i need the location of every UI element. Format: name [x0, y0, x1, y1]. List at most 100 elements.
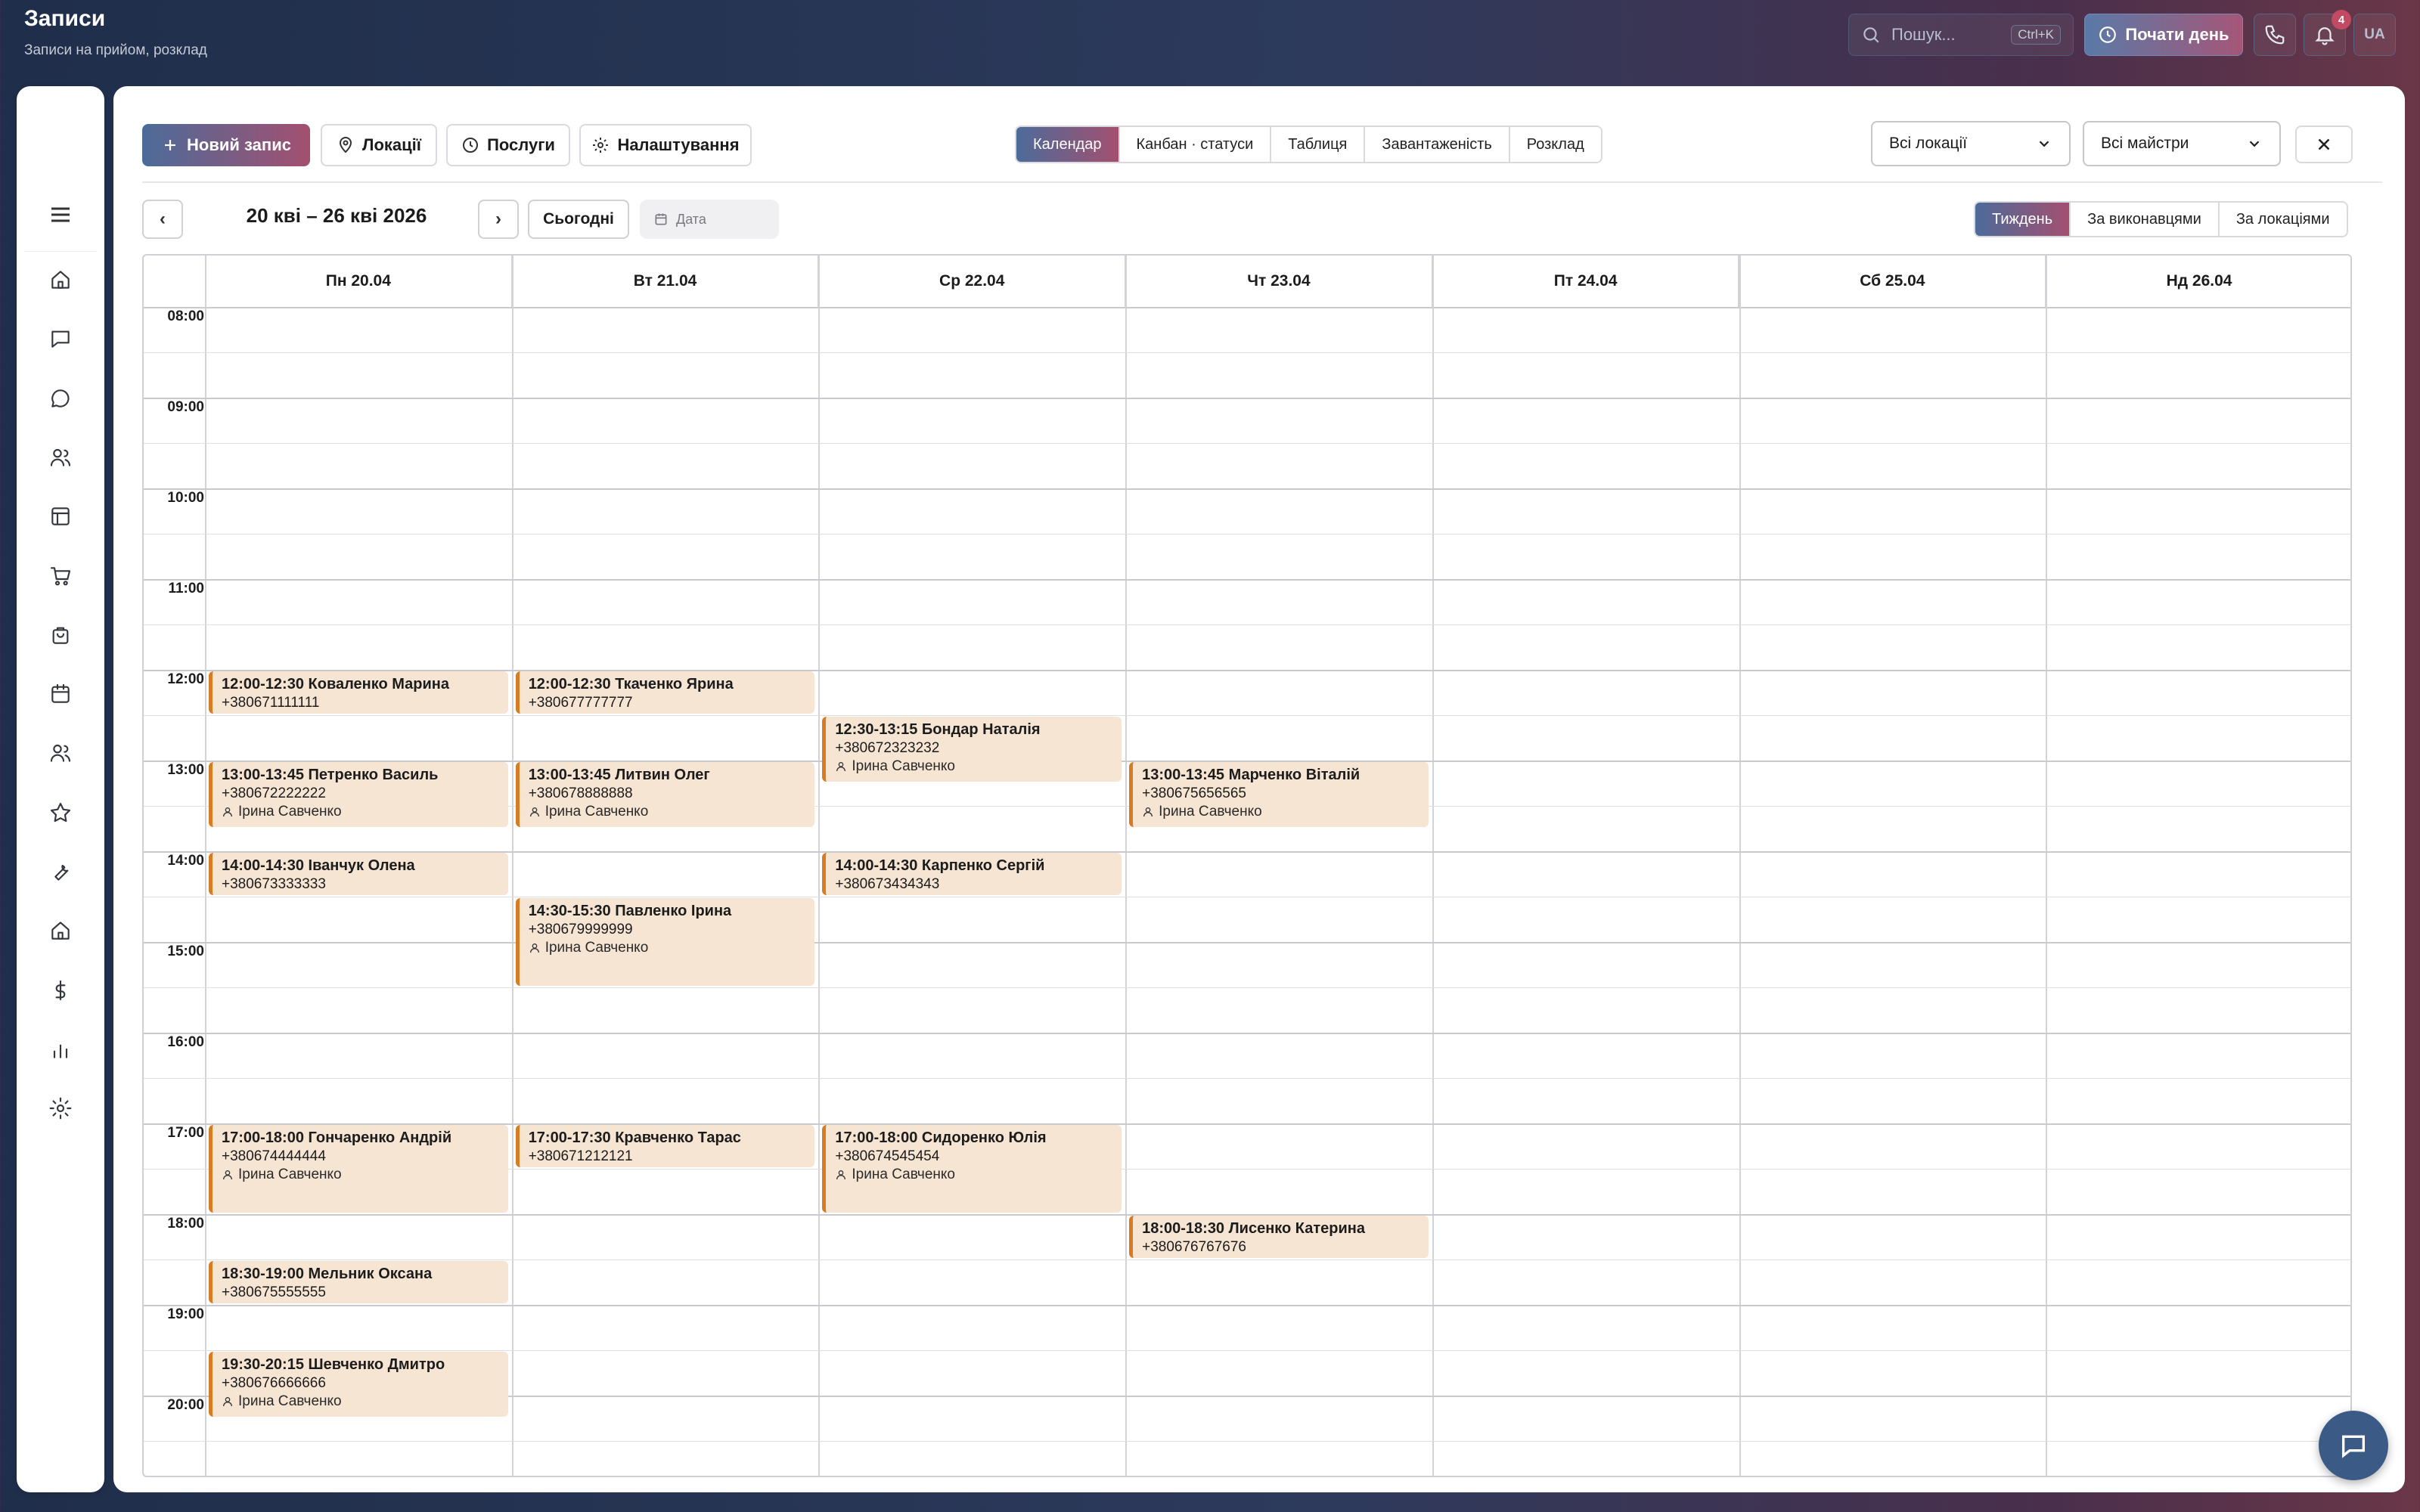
sidebar-item-home[interactable] — [44, 263, 77, 296]
worker-name: Ірина Савченко — [544, 804, 649, 820]
appointment-phone: +380678888888 — [528, 785, 633, 801]
search-input[interactable]: Пошук... Ctrl+K — [1848, 14, 2074, 56]
phone-button[interactable] — [2254, 14, 2296, 56]
appointment-title: 12:00-12:30 Ткаченко Ярина — [528, 676, 734, 692]
appointment-card[interactable]: 12:00-12:30 Коваленко Марина +38067111111… — [209, 671, 508, 714]
appointment-card[interactable]: 14:00-14:30 Карпенко Сергій +380673434343 — [822, 853, 1122, 895]
clock-icon — [463, 138, 479, 153]
start-day-button[interactable]: Почати день — [2084, 14, 2243, 56]
appointment-worker: Ірина Савченко — [1142, 803, 1419, 821]
location-filter-select[interactable]: Всі локації — [1871, 121, 2071, 166]
appointment-phone: +380679999999 — [528, 922, 633, 937]
locations-button[interactable]: Локації — [321, 124, 437, 166]
appointment-worker: Ірина Савченко — [835, 1166, 1112, 1184]
notifications-button[interactable]: 4 — [2304, 10, 2351, 56]
sidebar-item-message-square[interactable] — [44, 322, 77, 355]
appointment-title: 17:00-18:00 Гончаренко Андрій — [222, 1129, 452, 1146]
person-icon — [1143, 807, 1153, 817]
view-tab[interactable]: Канбан · статуси — [1119, 127, 1272, 162]
worker-name: Ірина Савченко — [852, 758, 955, 774]
sidebar-item-star[interactable] — [44, 796, 77, 829]
half-hour-line — [144, 1350, 2350, 1351]
master-filter-select[interactable]: Всі майстри — [2083, 121, 2281, 166]
mode-tab[interactable]: Тиждень — [1975, 203, 2071, 236]
sidebar-item-settings[interactable] — [44, 1092, 77, 1125]
notification-badge: 4 — [2332, 10, 2351, 29]
appointment-card[interactable]: 14:00-14:30 Іванчук Олена +380673333333 — [209, 853, 508, 895]
view-tab[interactable]: Розклад — [1509, 127, 1601, 162]
hour-line — [144, 942, 2350, 943]
next-week-button[interactable]: › — [478, 200, 519, 239]
appointment-card[interactable]: 17:00-17:30 Кравченко Тарас +380671212121 — [515, 1125, 815, 1167]
services-button[interactable]: Послуги — [446, 124, 570, 166]
sidebar-item-building[interactable] — [44, 914, 77, 947]
worker-name: Ірина Савченко — [1159, 804, 1262, 820]
hamburger-icon — [51, 207, 70, 222]
today-button[interactable]: Сьогодні — [528, 200, 629, 239]
appointment-card[interactable]: 14:30-15:30 Павленко Ірина +380679999999 І… — [515, 898, 815, 986]
sidebar-item-team[interactable] — [44, 736, 77, 770]
appointment-card[interactable]: 17:00-18:00 Гончаренко Андрій +3806744444… — [209, 1125, 508, 1213]
language-button[interactable]: UA — [2353, 14, 2396, 56]
half-hour-line — [144, 624, 2350, 625]
appointment-title: 18:30-19:00 Мельник Оксана — [222, 1266, 433, 1282]
page-subtitle: Записи на прийом, розклад — [24, 42, 207, 58]
sidebar-item-calendar[interactable] — [44, 677, 77, 711]
sidebar-item-wrench[interactable] — [44, 855, 77, 888]
worker-name: Ірина Савченко — [238, 1393, 342, 1409]
settings-button[interactable]: Налаштування — [579, 124, 752, 166]
appointment-card[interactable]: 17:00-18:00 Сидоренко Юлія +380674545454 І… — [822, 1125, 1122, 1213]
appointment-card[interactable]: 12:30-13:15 Бондар Наталія +380672323232 І… — [822, 717, 1122, 782]
week-calendar: Пн 20.04 Вт 21.04 Ср 22.04 Чт 23.04 Пт 24.04… — [142, 254, 2352, 1477]
sidebar-item-cart[interactable] — [44, 559, 77, 593]
appointment-phone: +380671111111 — [222, 695, 320, 711]
mode-tab[interactable]: За виконавцями — [2071, 203, 2220, 236]
appointment-title: 13:00-13:45 Литвин Олег — [528, 767, 710, 783]
view-tab[interactable]: Завантаженість — [1365, 127, 1510, 162]
mode-tab[interactable]: За локаціями — [2219, 203, 2347, 236]
half-hour-line — [144, 987, 2350, 988]
clock-icon — [2099, 26, 2117, 43]
chat-support-button[interactable] — [2319, 1411, 2388, 1480]
view-tab[interactable]: Календар — [1016, 127, 1120, 162]
date-picker-input[interactable]: Дата — [640, 200, 779, 239]
prev-week-button[interactable]: ‹ — [142, 200, 183, 239]
sidebar-item-users[interactable] — [44, 441, 77, 474]
cart-icon — [50, 566, 71, 585]
half-hour-line — [144, 715, 2350, 716]
menu-toggle-button[interactable] — [42, 200, 79, 230]
day-column-divider — [1432, 256, 1434, 1476]
day-header: Нд 26.04 — [2046, 256, 2350, 307]
sidebar-item-bag[interactable] — [44, 618, 77, 652]
sidebar-item-bar-chart[interactable] — [44, 1033, 77, 1066]
appointment-card[interactable]: 13:00-13:45 Марченко Віталій +38067565656… — [1129, 762, 1429, 827]
person-icon — [223, 1170, 232, 1180]
appointment-card[interactable]: 12:00-12:30 Ткаченко Ярина +380677777777 — [515, 671, 815, 714]
view-tab[interactable]: Таблиця — [1271, 127, 1366, 162]
phone-icon — [2265, 25, 2285, 45]
appointment-card[interactable]: 18:00-18:30 Лисенко Катерина +38067676767… — [1129, 1216, 1429, 1258]
day-header: Вт 21.04 — [513, 256, 820, 307]
sidebar-item-dollar[interactable] — [44, 974, 77, 1007]
appointment-worker: Ірина Савченко — [222, 1166, 499, 1184]
appointment-card[interactable]: 18:30-19:00 Мельник Оксана +380675555555 — [209, 1261, 508, 1303]
search-shortcut: Ctrl+K — [2011, 25, 2061, 45]
chevron-down-icon — [2249, 141, 2260, 147]
new-record-button[interactable]: Новий запис — [142, 124, 310, 166]
sidebar-item-layout[interactable] — [44, 500, 77, 533]
clear-filters-button[interactable] — [2295, 125, 2353, 163]
time-label: 20:00 — [167, 1397, 204, 1413]
half-hour-line — [144, 352, 2350, 353]
start-day-label: Почати день — [2125, 25, 2229, 44]
appointment-card[interactable]: 13:00-13:45 Петренко Василь +380672222222… — [209, 762, 508, 827]
appointment-phone: +380674545454 — [835, 1148, 940, 1164]
appointment-card[interactable]: 19:30-20:15 Шевченко Дмитро +380676666666… — [209, 1352, 508, 1417]
sidebar-item-chat-bubble[interactable] — [44, 382, 77, 415]
language-label: UA — [2364, 26, 2385, 42]
person-icon — [836, 762, 846, 772]
search-placeholder: Пошук... — [1891, 25, 1956, 44]
time-label: 18:00 — [167, 1216, 204, 1232]
day-column-divider — [205, 256, 206, 1476]
appointment-card[interactable]: 13:00-13:45 Литвин Олег +380678888888 Ірин… — [515, 762, 815, 827]
appointment-title: 19:30-20:15 Шевченко Дмитро — [222, 1356, 445, 1373]
